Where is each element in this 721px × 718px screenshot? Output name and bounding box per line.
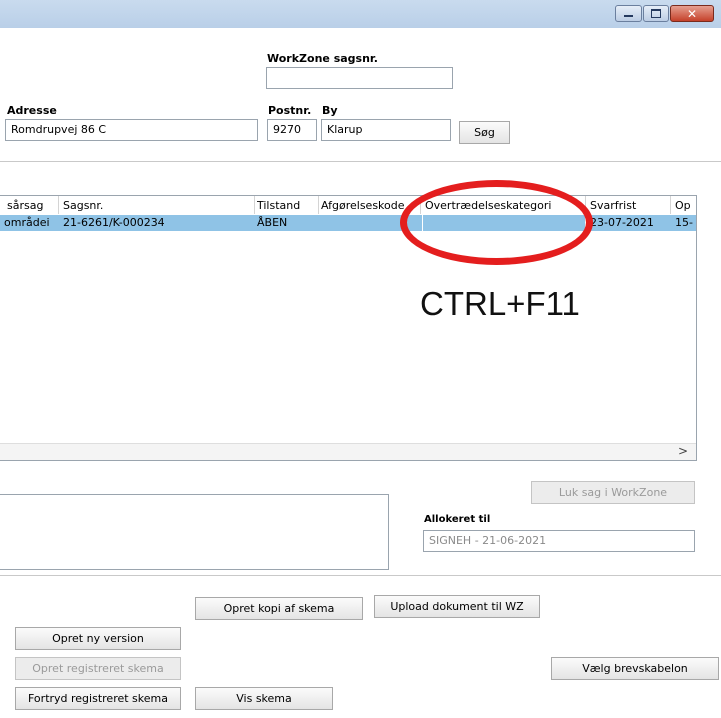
allocated-field: SIGNEH - 21-06-2021 [423,530,695,552]
minimize-button[interactable] [615,5,642,22]
allocated-label: Allokeret til [424,514,491,525]
close-case-workzone-button[interactable]: Luk sag i WorkZone [531,481,695,504]
workzone-label: WorkZone sagsnr. [267,52,378,65]
cell-state: ÅBEN [257,216,288,229]
cell-cause: områdei [4,216,50,229]
divider-bottom [0,575,721,576]
cell-case-number: 21-6261/K-000234 [63,216,165,229]
notes-textarea[interactable] [0,494,389,570]
choose-letter-template-button[interactable]: Vælg brevskabelon [551,657,719,680]
column-header-op[interactable]: Op [675,199,695,215]
address-field[interactable]: Romdrupvej 86 C [5,119,258,141]
address-label: Adresse [7,104,57,117]
workzone-case-field[interactable] [266,67,453,89]
show-schema-button[interactable]: Vis skema [195,687,333,710]
city-label: By [322,104,338,117]
upload-document-button[interactable]: Upload dokument til WZ [374,595,540,618]
column-header-case-number[interactable]: Sagsnr. [63,199,253,215]
column-header-state[interactable]: Tilstand [257,199,317,215]
close-icon: ✕ [686,6,698,21]
search-button[interactable]: Søg [459,121,510,144]
city-field[interactable]: Klarup [321,119,451,141]
column-separator [58,196,59,214]
results-grid[interactable]: sårsag Sagsnr. Tilstand Afgørelseskode O… [0,195,697,461]
cell-op: 15- [675,216,693,229]
close-button[interactable]: ✕ [670,5,714,22]
minimize-icon [624,15,633,17]
copy-schema-button[interactable]: Opret kopi af skema [195,597,363,620]
divider-top [0,161,721,162]
window-titlebar: ✕ [0,0,721,28]
maximize-icon [651,9,661,18]
scroll-right-icon[interactable]: > [678,444,688,458]
new-version-button[interactable]: Opret ny version [15,627,181,650]
shortcut-annotation: CTRL+F11 [420,285,580,322]
column-separator [254,196,255,214]
highlight-ring [400,180,593,265]
postnr-label: Postnr. [268,104,312,117]
cell-deadline: 23-07-2021 [590,216,654,229]
undo-registered-schema-button[interactable]: Fortryd registreret skema [15,687,181,710]
horizontal-scrollbar[interactable]: > [0,443,696,460]
maximize-button[interactable] [643,5,669,22]
column-header-cause[interactable]: sårsag [7,199,57,215]
create-registered-schema-button[interactable]: Opret registreret skema [15,657,181,680]
column-separator [318,196,319,214]
column-header-deadline[interactable]: Svarfrist [590,199,668,215]
column-separator [670,196,671,214]
postnr-field[interactable]: 9270 [267,119,317,141]
